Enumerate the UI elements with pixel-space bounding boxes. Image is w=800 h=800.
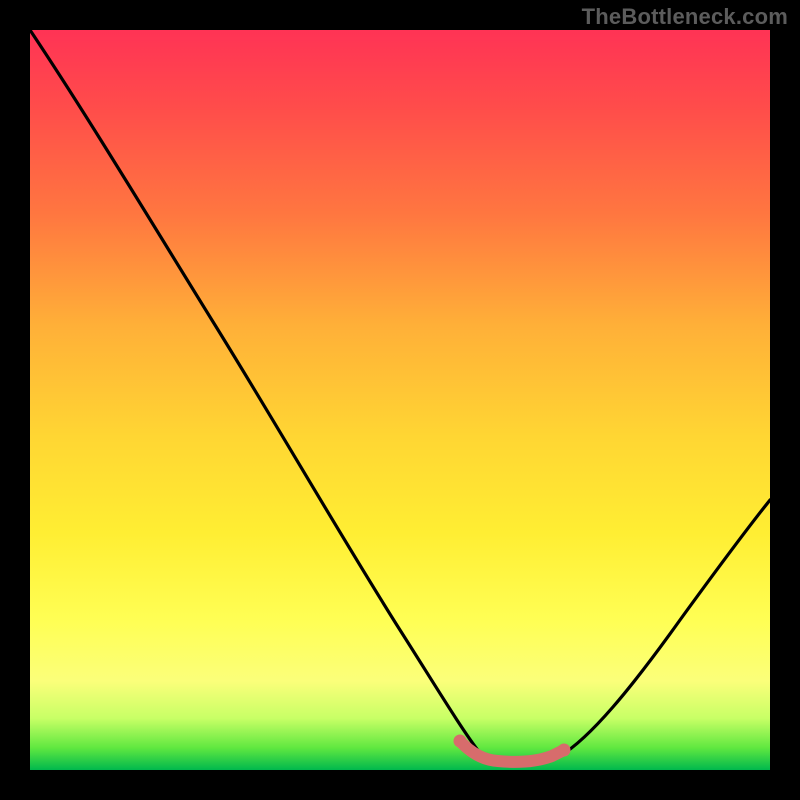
- plot-area: [30, 30, 770, 770]
- pink-highlight-dot-right: [558, 744, 571, 757]
- chart-frame: TheBottleneck.com: [0, 0, 800, 800]
- watermark-text: TheBottleneck.com: [582, 4, 788, 30]
- black-curve-path: [30, 30, 770, 764]
- pink-highlight-dot-left: [454, 735, 467, 748]
- curve-svg: [30, 30, 770, 770]
- pink-highlight-path: [460, 741, 564, 762]
